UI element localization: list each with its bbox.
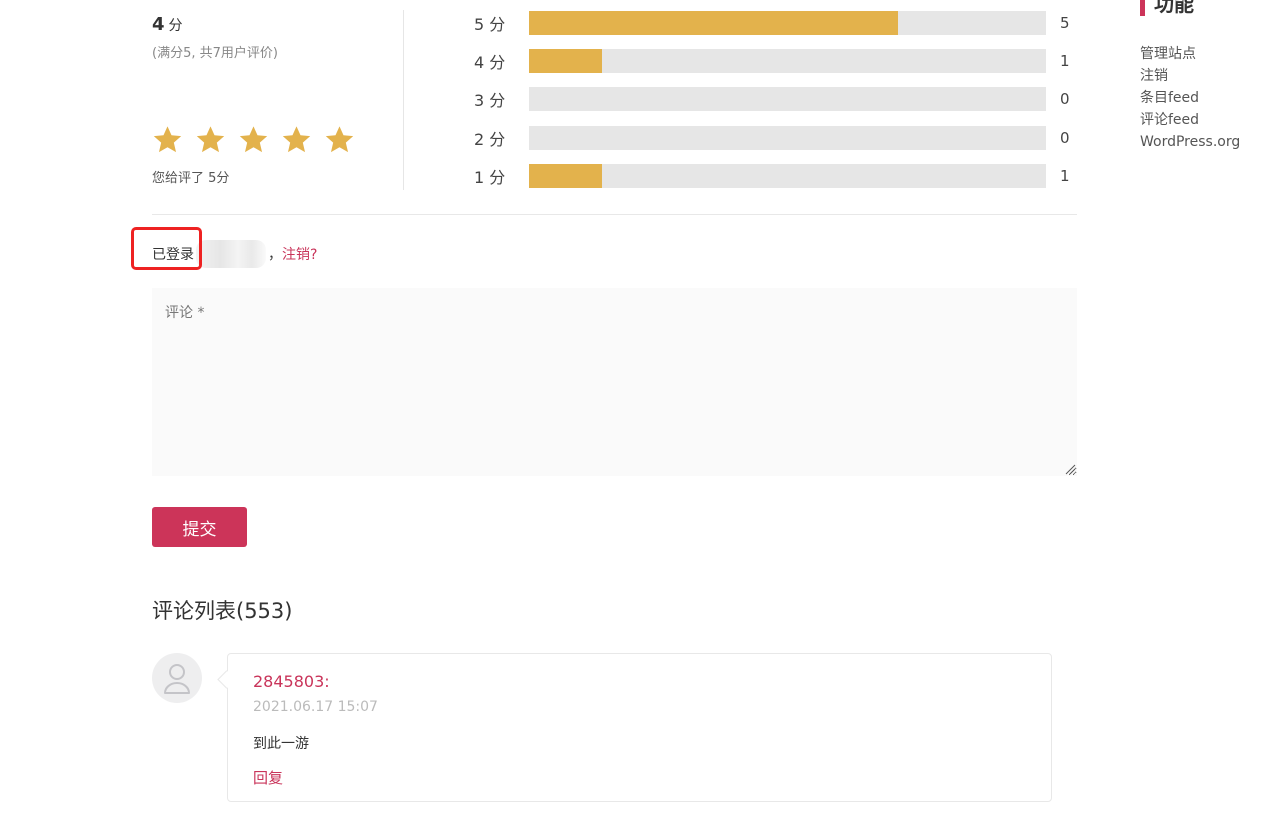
comment-text: 到此一游 <box>253 736 309 752</box>
rating-bar-fill <box>529 164 602 188</box>
sidebar-link-logout[interactable]: 注销 <box>1140 65 1240 87</box>
rating-bar-fill <box>529 49 602 73</box>
rating-bar-label: 1 分 <box>474 168 506 187</box>
average-score-unit: 分 <box>168 18 183 34</box>
rating-bar-3: 3 分 0 <box>474 86 1084 112</box>
comment-author[interactable]: 2845803: <box>253 672 330 691</box>
rating-bar-label: 4 分 <box>474 53 506 72</box>
star-icon-2[interactable] <box>195 124 226 155</box>
reply-link[interactable]: 回复 <box>253 767 283 788</box>
resize-grip-icon[interactable] <box>1064 463 1076 475</box>
sidebar-link-comments-feed[interactable]: 评论feed <box>1140 109 1240 131</box>
rating-bar-1: 1 分 1 <box>474 163 1084 189</box>
rating-bar-label: 2 分 <box>474 130 506 149</box>
comment-textarea[interactable] <box>152 288 1077 476</box>
sidebar-link-manage[interactable]: 管理站点 <box>1140 43 1240 65</box>
star-icon-1[interactable] <box>152 124 183 155</box>
divider-horizontal <box>152 214 1077 215</box>
comment-list-title: 评论列表(553) <box>152 599 293 623</box>
user-icon <box>164 664 190 694</box>
rating-bar-count: 0 <box>1060 129 1070 147</box>
sidebar-link-entries-feed[interactable]: 条目feed <box>1140 87 1240 109</box>
rating-bar-4: 4 分 1 <box>474 48 1084 74</box>
rating-bar-label: 3 分 <box>474 91 506 110</box>
login-separator: ， <box>268 247 282 263</box>
rating-bar-label: 5 分 <box>474 15 506 34</box>
rating-bar-count: 1 <box>1060 52 1070 70</box>
comment-date: 2021.06.17 15:07 <box>253 699 378 715</box>
rating-bar-count: 0 <box>1060 90 1070 108</box>
rating-bar-track <box>529 11 1046 35</box>
logout-link[interactable]: 注销? <box>282 244 317 264</box>
divider-vertical <box>403 10 404 190</box>
highlight-annotation-box <box>131 227 202 270</box>
rating-bar-track <box>529 126 1046 150</box>
average-score: 4分 <box>152 14 183 35</box>
star-icon-3[interactable] <box>238 124 269 155</box>
submit-button[interactable]: 提交 <box>152 507 247 547</box>
comment-card <box>227 653 1052 802</box>
rating-bar-count: 5 <box>1060 14 1070 32</box>
score-note: (满分5, 共7用户评价) <box>152 46 278 61</box>
rating-bar-count: 1 <box>1060 167 1070 185</box>
rating-bar-5: 5 分 5 <box>474 10 1084 36</box>
rating-bar-track <box>529 164 1046 188</box>
rating-bar-track <box>529 87 1046 111</box>
rating-bar-fill <box>529 11 899 35</box>
average-score-value: 4 <box>152 14 165 35</box>
blurred-username[interactable] <box>196 240 266 268</box>
sidebar-title-marker <box>1140 0 1145 16</box>
star-rating[interactable] <box>152 124 355 155</box>
sidebar-title: 功能 <box>1154 0 1194 16</box>
sidebar-links: 管理站点 注销 条目feed 评论feed WordPress.org <box>1140 43 1240 153</box>
my-rating-text: 您给评了 5分 <box>152 171 230 186</box>
star-icon-4[interactable] <box>281 124 312 155</box>
star-icon-5[interactable] <box>324 124 355 155</box>
rating-bar-track <box>529 49 1046 73</box>
rating-bar-2: 2 分 0 <box>474 125 1084 151</box>
sidebar-link-wordpress[interactable]: WordPress.org <box>1140 131 1240 153</box>
avatar <box>152 653 202 703</box>
